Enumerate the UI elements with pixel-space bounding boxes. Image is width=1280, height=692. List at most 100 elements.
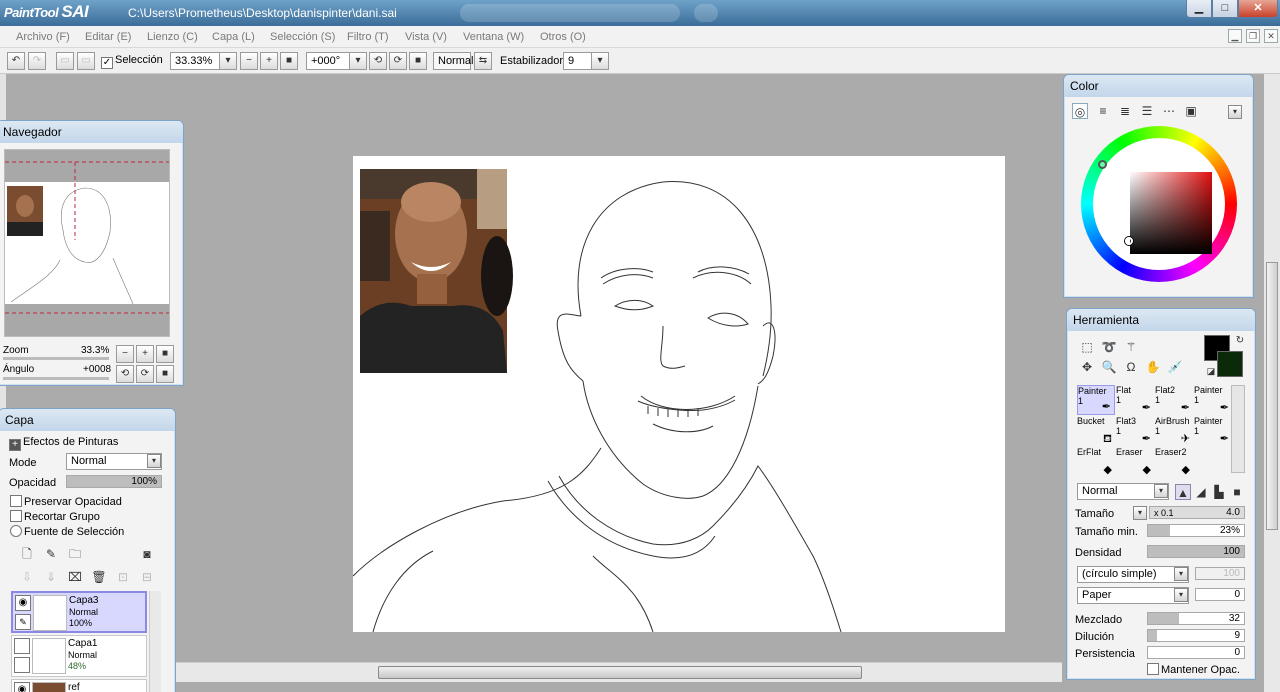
color-picker-handle[interactable] (1125, 237, 1133, 245)
swap-colors-icon[interactable]: ↻ (1232, 333, 1248, 349)
magic-wand-icon[interactable]: ⚚ (1123, 339, 1139, 355)
brush-shape-select[interactable]: (círculo simple) ▾ (1077, 566, 1189, 583)
menu-vista[interactable]: Vista (V) (405, 31, 447, 43)
vertical-scrollbar[interactable] (1264, 74, 1280, 692)
angle-field[interactable]: +000° (306, 52, 350, 70)
brush-slot[interactable]: Painter 1 ✒ (1077, 385, 1115, 415)
layer-item[interactable]: ◉ ✎ Capa3 Normal 100% (11, 591, 147, 633)
size-multiplier-dropdown[interactable]: ▾ (1133, 506, 1147, 520)
mdi-restore-button[interactable]: ❐ (1246, 29, 1260, 43)
secondary-color-swatch[interactable] (1217, 351, 1243, 377)
swatches-icon[interactable]: ⋯ (1161, 103, 1177, 119)
rotate-reset-button[interactable]: ■ (409, 52, 427, 70)
layer-list-scrollbar[interactable] (149, 591, 161, 692)
zoom-in-button[interactable]: + (260, 52, 278, 70)
stabilizer-field[interactable]: 9 (563, 52, 593, 70)
zoom-slider[interactable] (3, 357, 109, 360)
horizontal-scrollbar[interactable] (176, 662, 1062, 682)
menu-otros[interactable]: Otros (O) (540, 31, 586, 43)
paint-effects-toggle[interactable]: + Efectos de Pinturas (9, 436, 118, 451)
nav-rotate-reset-button[interactable]: ■ (156, 365, 174, 383)
merge-down-icon[interactable]: ⇓ (43, 569, 59, 585)
mode-toggle[interactable]: Normal (433, 52, 473, 70)
brush-shape-flat-icon[interactable]: ■ (1229, 484, 1245, 500)
color-panel-menu-icon[interactable]: ▾ (1228, 105, 1242, 119)
brush-slot[interactable]: Painter 1 ✒ (1194, 416, 1232, 446)
clear-layer-icon[interactable]: ⌧ (67, 569, 83, 585)
dilution-slider[interactable]: 9 (1147, 629, 1245, 642)
texture-select[interactable]: Paper ▾ (1077, 587, 1189, 604)
brush-shape-sharp-icon[interactable]: ▲ (1175, 484, 1191, 500)
zoom-out-button[interactable]: − (240, 52, 258, 70)
layer-mode-select[interactable]: Normal ▾ (66, 453, 162, 470)
rotate-right-button[interactable]: ⟳ (389, 52, 407, 70)
lasso-icon[interactable]: ➰ (1101, 339, 1117, 355)
density-slider[interactable]: 100 (1147, 545, 1245, 558)
reset-colors-icon[interactable]: ◪ (1203, 363, 1219, 379)
color-wheel-icon[interactable]: ◎ (1072, 103, 1088, 119)
keep-opacity-checkbox[interactable]: Mantener Opac. (1147, 663, 1240, 676)
brush-slot[interactable]: Bucket ⛾ (1077, 416, 1115, 446)
nav-rotate-left-button[interactable]: ⟲ (116, 365, 134, 383)
brush-size-slider[interactable]: x 0.1 4.0 (1149, 506, 1245, 519)
brush-slot[interactable]: AirBrush 1 ✈ (1155, 416, 1193, 446)
menu-editar[interactable]: Editar (E) (85, 31, 131, 43)
min-size-slider[interactable]: 23% (1147, 524, 1245, 537)
new-layer-icon[interactable]: 🗋 (19, 546, 35, 562)
scratchpad-icon[interactable]: ▣ (1183, 103, 1199, 119)
redo-button[interactable]: ↷ (28, 52, 46, 70)
menu-filtro[interactable]: Filtro (T) (347, 31, 389, 43)
eye-icon[interactable]: ◉ (14, 682, 30, 692)
eye-hidden-icon[interactable] (14, 638, 30, 654)
hand-icon[interactable]: ✋ (1145, 359, 1161, 375)
drawing-canvas[interactable] (352, 156, 1005, 633)
rgb-sliders-icon[interactable]: ≡ (1095, 103, 1111, 119)
move-icon[interactable]: ✥ (1079, 359, 1095, 375)
maximize-button[interactable]: □ (1212, 0, 1238, 18)
selection-toggle[interactable]: ✓ Selección (101, 54, 163, 69)
layer-item[interactable]: Capa1 Normal 48% (11, 635, 147, 677)
mixer-icon[interactable]: ☰ (1139, 103, 1155, 119)
vertical-scroll-thumb[interactable] (1266, 262, 1278, 530)
brush-icon[interactable]: ✎ (15, 614, 31, 630)
brush-slot[interactable]: ErFlat ◆ (1077, 447, 1115, 477)
new-folder-icon[interactable]: 🗀 (67, 546, 83, 562)
layer-opacity-slider[interactable]: 100% (66, 475, 162, 488)
horizontal-scroll-thumb[interactable] (378, 666, 862, 679)
apply-mask-icon[interactable]: ⊡ (115, 569, 131, 585)
menu-capa[interactable]: Capa (L) (212, 31, 255, 43)
invert-selection-button[interactable]: ▭ (77, 52, 95, 70)
menu-ventana[interactable]: Ventana (W) (463, 31, 524, 43)
mix-slider[interactable]: 32 (1147, 612, 1245, 625)
undo-button[interactable]: ↶ (7, 52, 25, 70)
nav-zoom-in-button[interactable]: + (136, 345, 154, 363)
new-linework-layer-icon[interactable]: ✎ (43, 546, 59, 562)
trash-icon[interactable]: 🗑 (91, 569, 107, 585)
zoom-field[interactable]: 33.33% (170, 52, 220, 70)
saturation-value-square[interactable] (1130, 172, 1212, 254)
menu-lienzo[interactable]: Lienzo (C) (147, 31, 198, 43)
rect-select-icon[interactable]: ⬚ (1079, 339, 1095, 355)
mask-icon[interactable]: ◙ (139, 546, 155, 562)
angle-slider[interactable] (3, 377, 109, 380)
brush-slot[interactable]: Flat 1 ✒ (1116, 385, 1154, 415)
brush-slot[interactable]: Painter 1 ✒ (1194, 385, 1232, 415)
selection-source-radio[interactable]: Fuente de Selección (10, 525, 124, 538)
clip-group-checkbox[interactable]: Recortar Grupo (10, 510, 100, 523)
rotate-left-button[interactable]: ⟲ (369, 52, 387, 70)
brush-slot[interactable]: Eraser2 ◆ (1155, 447, 1193, 477)
delete-mask-icon[interactable]: ⊟ (139, 569, 155, 585)
brush-list-scrollbar[interactable] (1231, 385, 1245, 473)
zoom-dropdown[interactable]: ▾ (219, 52, 237, 70)
menu-archivo[interactable]: Archivo (F) (16, 31, 70, 43)
mdi-minimize-button[interactable]: ▁ (1228, 29, 1242, 43)
nav-zoom-out-button[interactable]: − (116, 345, 134, 363)
brush-slot[interactable]: Eraser ◆ (1116, 447, 1154, 477)
deselect-button[interactable]: ▭ (56, 52, 74, 70)
flip-button[interactable]: ⇆ (474, 52, 492, 70)
brush-shape-round-icon[interactable]: ▙ (1211, 484, 1227, 500)
minimize-button[interactable]: ▁ (1186, 0, 1212, 18)
hsv-sliders-icon[interactable]: ≣ (1117, 103, 1133, 119)
brush-slot[interactable]: Flat3 1 ✒ (1116, 416, 1154, 446)
texture-strength[interactable]: 0 (1195, 588, 1245, 601)
